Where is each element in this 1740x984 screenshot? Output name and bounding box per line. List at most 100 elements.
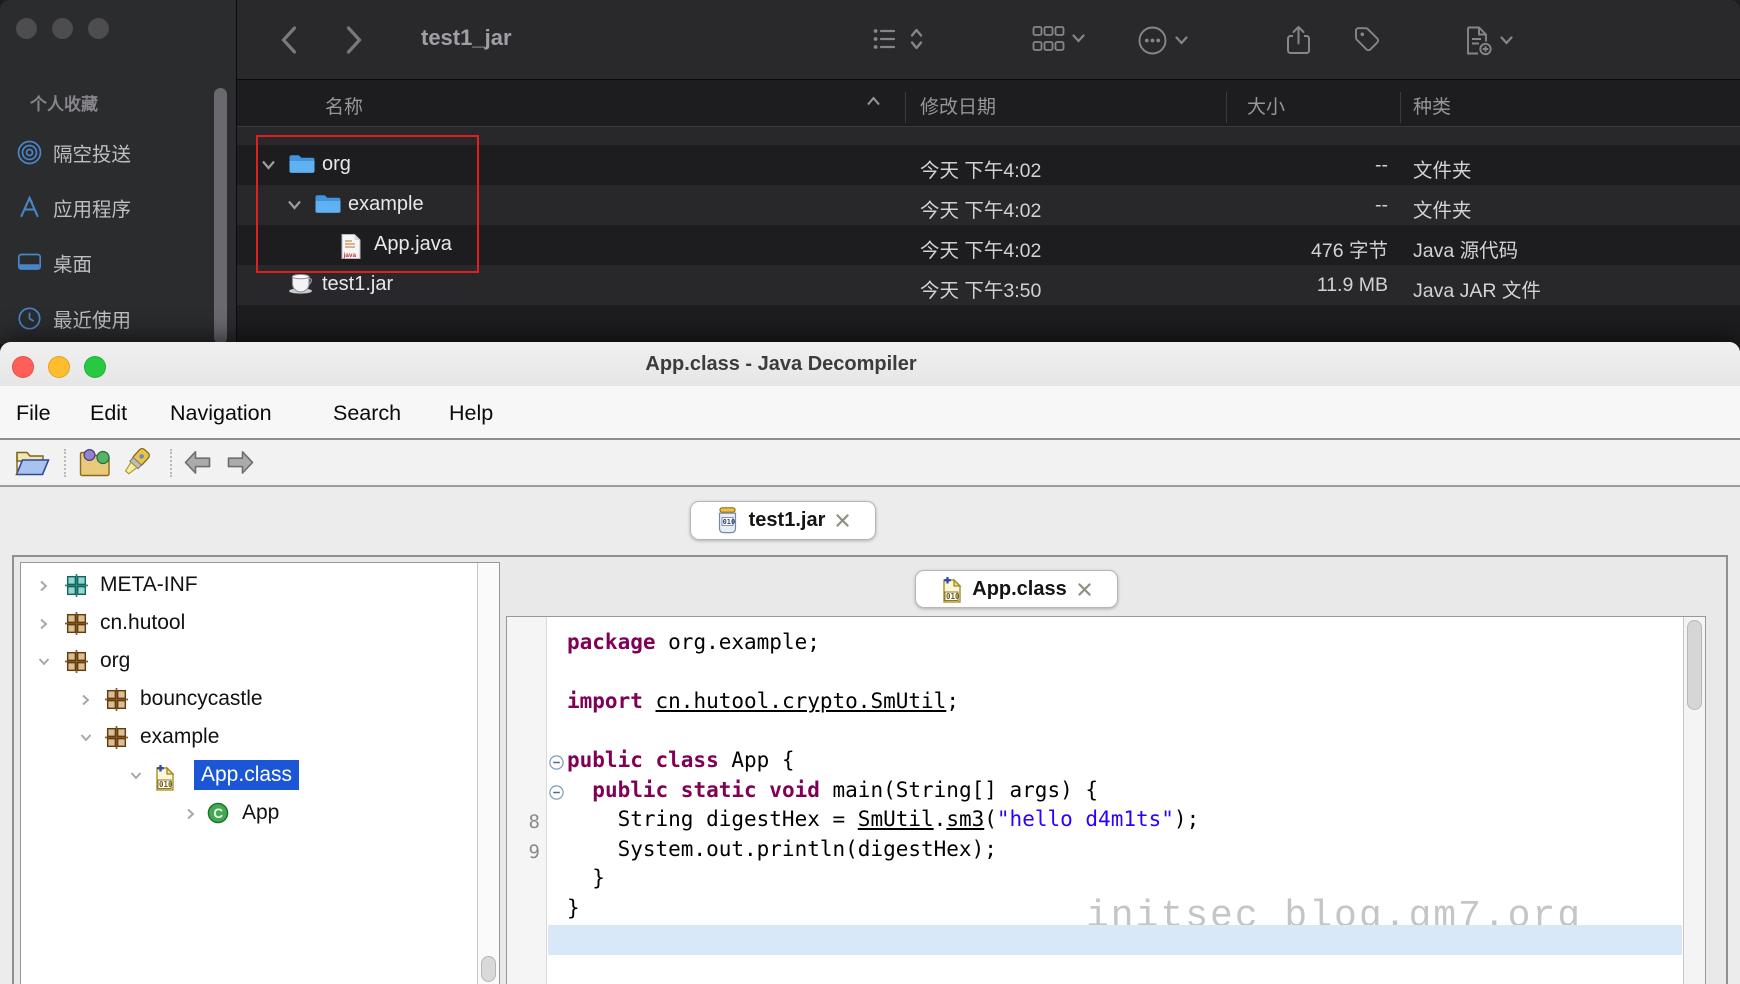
minimize-button[interactable] bbox=[48, 356, 70, 378]
code-line[interactable]: import cn.hutool.crypto.SmUtil; bbox=[567, 689, 1679, 719]
svg-text:java: java bbox=[343, 252, 357, 259]
close-button[interactable] bbox=[12, 356, 34, 378]
sidebar-item-airdrop[interactable]: 隔空投送 bbox=[0, 135, 236, 169]
code-line[interactable]: public static void main(String[] args) { bbox=[567, 778, 1679, 808]
disclosure-triangle-icon[interactable] bbox=[261, 160, 276, 170]
menu-edit[interactable]: Edit bbox=[90, 401, 127, 426]
tree-item-bouncycastle[interactable]: bouncycastle bbox=[21, 681, 476, 719]
tree-item-label: cn.hutool bbox=[100, 611, 185, 635]
menu-navigation[interactable]: Navigation bbox=[170, 401, 272, 426]
file-size: -- bbox=[1237, 154, 1388, 177]
ellipsis-circle-icon bbox=[1137, 25, 1168, 56]
code-scrollbar[interactable] bbox=[1683, 617, 1705, 984]
zoom-button[interactable] bbox=[88, 18, 109, 39]
list-view-button[interactable] bbox=[872, 25, 924, 53]
file-row-example[interactable]: example今天 下午4:02--文件夹 bbox=[237, 185, 1740, 225]
sidebar-item-recents[interactable]: 最近使用 bbox=[0, 301, 236, 335]
zoom-button[interactable] bbox=[84, 356, 106, 378]
tree-scrollbar-thumb[interactable] bbox=[481, 956, 496, 982]
open-file-button[interactable] bbox=[14, 447, 51, 478]
code-line[interactable]: package org.example; bbox=[567, 630, 1679, 660]
minimize-button[interactable] bbox=[52, 18, 73, 39]
close-button[interactable] bbox=[16, 18, 37, 39]
column-header-name[interactable]: 名称 bbox=[325, 92, 363, 119]
tab-app-class[interactable]: 010 App.class bbox=[915, 570, 1118, 608]
file-row-test1.jar[interactable]: test1.jar今天 下午3:5011.9 MBJava JAR 文件 bbox=[237, 265, 1740, 305]
back-chevron-icon[interactable] bbox=[280, 25, 297, 55]
group-view-button[interactable] bbox=[1032, 25, 1085, 52]
menu-file[interactable]: File bbox=[16, 401, 51, 426]
file-size: 11.9 MB bbox=[1237, 274, 1388, 297]
file-date: 今天 下午3:50 bbox=[920, 274, 1041, 303]
sidebar-item-applications[interactable]: 应用程序 bbox=[0, 190, 236, 224]
chevron-down-icon bbox=[1072, 34, 1085, 43]
menu-help[interactable]: Help bbox=[449, 401, 493, 426]
code-line[interactable]: } bbox=[567, 866, 1679, 896]
sort-ascending-icon bbox=[866, 96, 881, 106]
sidebar-item-desktop[interactable]: 桌面 bbox=[0, 245, 236, 279]
sort-chevrons-icon bbox=[909, 25, 924, 53]
class-file-icon: 010 bbox=[153, 764, 176, 791]
column-header-size[interactable]: 大小 bbox=[1247, 92, 1285, 119]
menu-search[interactable]: Search bbox=[333, 401, 401, 426]
code-line[interactable] bbox=[567, 719, 1679, 749]
package-icon bbox=[105, 688, 128, 711]
applications-icon bbox=[17, 195, 42, 219]
chevron-right-icon[interactable] bbox=[79, 693, 92, 707]
tree-item-meta-inf[interactable]: META-INF bbox=[21, 567, 476, 605]
sidebar-scrollbar[interactable] bbox=[214, 88, 227, 344]
tree-scrollbar[interactable] bbox=[477, 563, 499, 984]
finder-window-title: test1_jar bbox=[421, 25, 512, 51]
code-reference: SmUtil bbox=[858, 807, 934, 831]
more-options-button[interactable] bbox=[1137, 25, 1188, 56]
new-folder-button[interactable] bbox=[1464, 25, 1513, 56]
svg-text:010: 010 bbox=[159, 780, 173, 789]
code-line[interactable]: String digestHex = SmUtil.sm3("hello d4m… bbox=[567, 807, 1679, 837]
code-line[interactable] bbox=[567, 925, 1679, 955]
code-line[interactable]: } bbox=[567, 896, 1679, 926]
fold-collapse-icon[interactable] bbox=[549, 785, 564, 800]
java-source-icon: java bbox=[340, 233, 362, 260]
file-name: example bbox=[348, 193, 424, 216]
code-line[interactable] bbox=[567, 660, 1679, 690]
open-type-button[interactable] bbox=[77, 447, 114, 478]
close-icon[interactable] bbox=[834, 512, 851, 529]
code-token: "hello d4m1ts" bbox=[997, 807, 1174, 831]
file-row-org[interactable]: org今天 下午4:02--文件夹 bbox=[237, 145, 1740, 185]
file-row-App.java[interactable]: javaApp.java今天 下午4:02476 字节Java 源代码 bbox=[237, 225, 1740, 265]
tree-item-app-class[interactable]: 010App.class bbox=[21, 757, 476, 795]
decompiler-titlebar: App.class - Java Decompiler bbox=[0, 342, 1740, 386]
tree-item-label: bouncycastle bbox=[140, 687, 263, 711]
svg-text:010: 010 bbox=[722, 518, 735, 526]
tree-item-cn-hutool[interactable]: cn.hutool bbox=[21, 605, 476, 643]
column-header-kind[interactable]: 种类 bbox=[1413, 92, 1451, 119]
search-button[interactable] bbox=[118, 447, 156, 480]
share-icon bbox=[1285, 25, 1312, 56]
tags-button[interactable] bbox=[1353, 25, 1382, 54]
chevron-right-icon[interactable] bbox=[184, 807, 197, 821]
code-scrollbar-thumb[interactable] bbox=[1687, 620, 1702, 710]
chevron-down-icon[interactable] bbox=[37, 655, 51, 668]
code-line[interactable]: public class App { bbox=[567, 748, 1679, 778]
navigate-forward-button[interactable] bbox=[226, 450, 255, 475]
chevron-right-icon[interactable] bbox=[37, 617, 50, 631]
close-icon[interactable] bbox=[1076, 581, 1093, 598]
forward-chevron-icon[interactable] bbox=[346, 25, 363, 55]
sidebar-item-label: 应用程序 bbox=[53, 193, 131, 222]
tree-item-org[interactable]: org bbox=[21, 643, 476, 681]
tree-item-example[interactable]: example bbox=[21, 719, 476, 757]
code-line[interactable]: System.out.println(digestHex); bbox=[567, 837, 1679, 867]
tab-test1-jar[interactable]: 010 test1.jar bbox=[690, 501, 876, 540]
fold-collapse-icon[interactable] bbox=[549, 755, 564, 770]
chevron-down-icon[interactable] bbox=[129, 769, 143, 782]
chevron-right-icon[interactable] bbox=[37, 579, 50, 593]
chevron-down-icon[interactable] bbox=[79, 731, 93, 744]
disclosure-triangle-icon[interactable] bbox=[287, 200, 302, 210]
navigate-back-button[interactable] bbox=[183, 450, 212, 475]
line-number: 9 bbox=[507, 841, 540, 863]
code-token: public static void bbox=[592, 778, 820, 802]
file-kind: Java 源代码 bbox=[1413, 234, 1518, 263]
share-button[interactable] bbox=[1285, 25, 1312, 56]
column-header-date[interactable]: 修改日期 bbox=[920, 92, 996, 119]
tree-item-app[interactable]: CApp bbox=[21, 795, 476, 833]
